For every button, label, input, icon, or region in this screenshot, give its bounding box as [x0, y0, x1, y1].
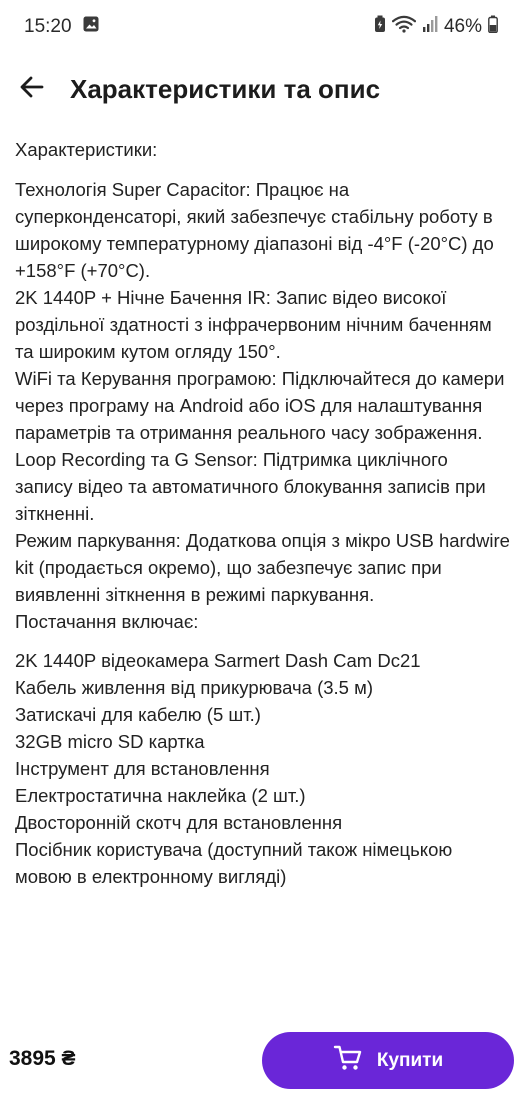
product-description: Характеристики: Технологія Super Capacit…	[15, 136, 510, 890]
wifi-icon	[391, 15, 417, 39]
feature-paragraph: WiFi та Керування програмою: Підключайте…	[15, 368, 505, 443]
feature-paragraph: Режим паркування: Додаткова опція з мікр…	[15, 530, 510, 605]
status-time: 15:20	[24, 16, 72, 37]
battery-icon	[488, 15, 498, 39]
status-bar: 15:20 46%	[0, 0, 520, 54]
app-header: Характеристики та опис	[0, 60, 520, 118]
battery-saver-icon	[374, 15, 386, 39]
buy-button-label: Купити	[376, 1049, 444, 1071]
cart-icon	[333, 1044, 363, 1078]
supply-heading: Постачання включає:	[15, 611, 199, 632]
feature-paragraph: Loop Recording та G Sensor: Підтримка ци…	[15, 449, 486, 524]
signal-icon	[422, 15, 438, 39]
supply-item: Кабель живлення від прикурювача (3.5 м)	[15, 677, 373, 698]
supply-item: 32GB micro SD картка	[15, 731, 205, 752]
specs-heading: Характеристики:	[15, 139, 158, 160]
bottom-bar: 3895 ₴ Купити	[0, 1026, 520, 1097]
supply-item: Посібник користувача (доступний також ні…	[15, 839, 453, 887]
battery-percent: 46%	[443, 16, 482, 37]
supply-item: Електростатична наклейка (2 шт.)	[15, 785, 306, 806]
price: 3895 ₴	[9, 1047, 76, 1070]
status-left: 15:20	[24, 15, 100, 39]
supply-item: Затискачі для кабелю (5 шт.)	[15, 704, 261, 725]
supply-item: 2K 1440P відеокамера Sarmert Dash Cam Dc…	[15, 650, 421, 671]
page-title: Характеристики та опис	[70, 73, 381, 104]
back-button[interactable]	[10, 67, 54, 111]
gallery-icon	[82, 15, 100, 39]
status-right: 46%	[374, 15, 498, 39]
feature-paragraph: Технологія Super Capacitor: Працює на су…	[15, 179, 494, 281]
arrow-left-icon	[18, 73, 46, 106]
buy-button[interactable]: Купити	[262, 1032, 514, 1089]
supply-item: Інструмент для встановлення	[15, 758, 270, 779]
supply-item: Двосторонній скотч для встановлення	[15, 812, 343, 833]
feature-paragraph: 2K 1440P + Нічне Бачення IR: Запис відео…	[15, 287, 492, 362]
